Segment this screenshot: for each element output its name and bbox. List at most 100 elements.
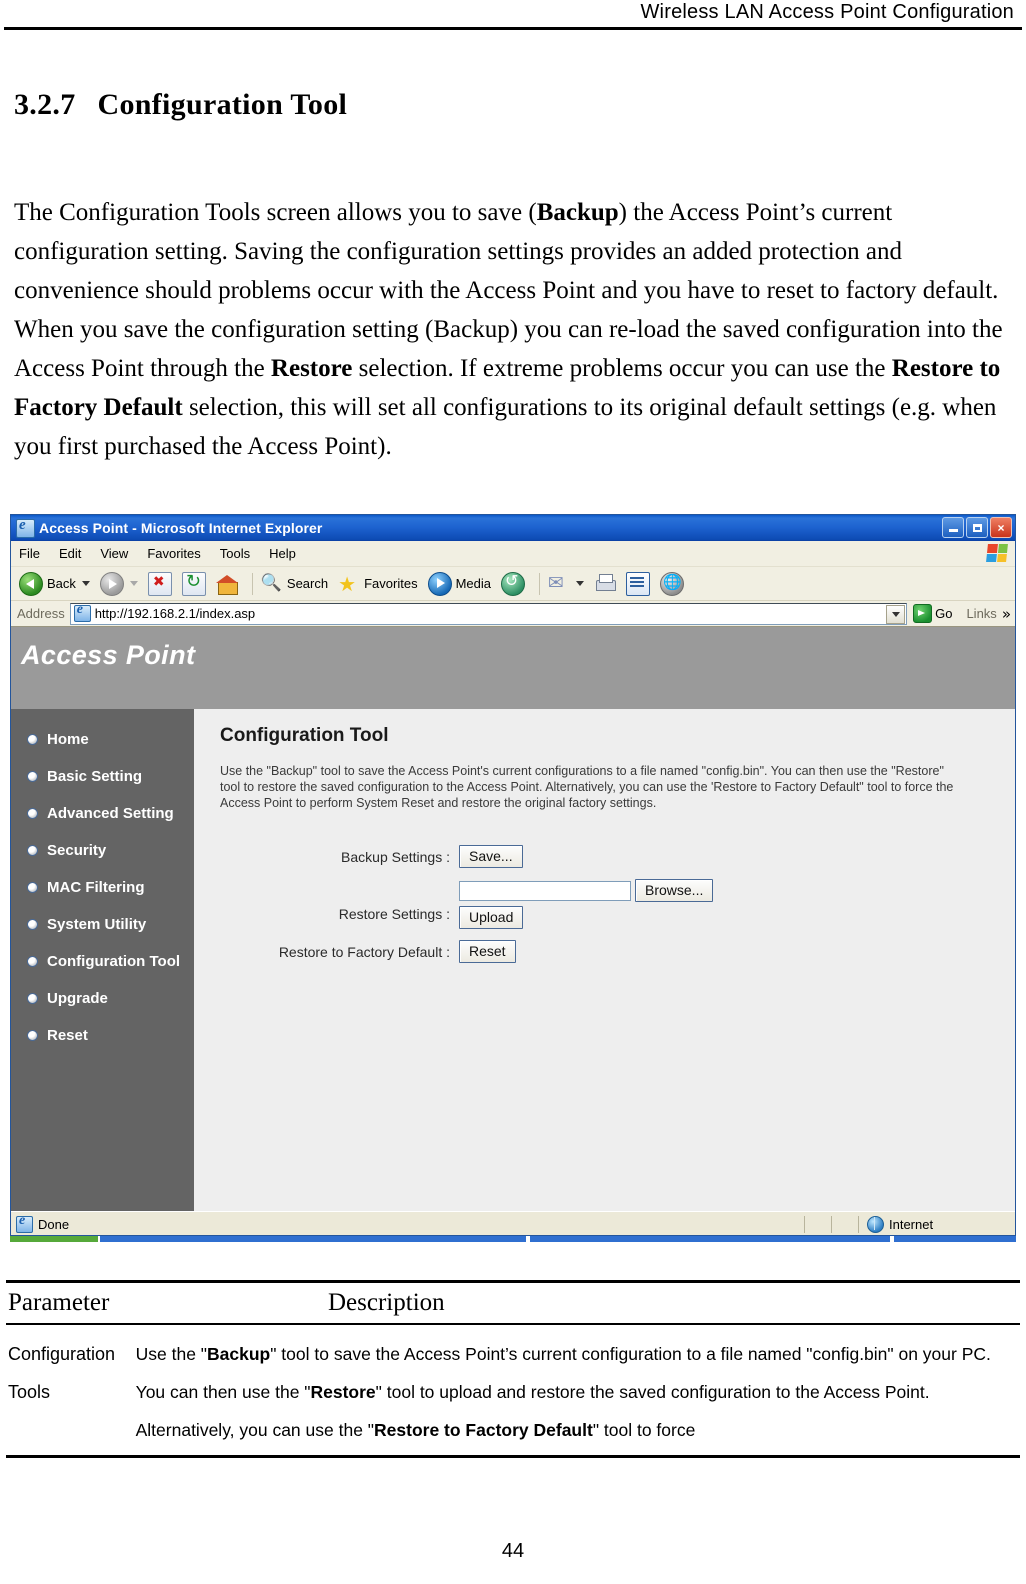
edit-button[interactable] [624, 570, 652, 598]
running-header-text: Wireless LAN Access Point Configuration [640, 1, 1014, 23]
upload-button[interactable]: Upload [459, 906, 524, 929]
status-text: Done [38, 1217, 70, 1232]
sidebar-item-label: System Utility [47, 916, 147, 933]
menu-tools[interactable]: Tools [220, 546, 250, 561]
mail-button[interactable] [546, 570, 586, 598]
bullet-icon [27, 956, 38, 967]
intro-bold-restore: Restore [270, 355, 353, 382]
sidebar-item-home[interactable]: Home [11, 721, 194, 758]
address-input[interactable]: http://192.168.2.1/index.asp [69, 602, 908, 625]
sidebar-item-label: MAC Filtering [47, 879, 145, 896]
security-zone-label: Internet [889, 1217, 934, 1232]
bullet-icon [27, 993, 38, 1004]
status-cell-1 [804, 1216, 831, 1233]
sidebar-item-label: Home [47, 731, 89, 748]
sidebar-item-mac-filtering[interactable]: MAC Filtering [11, 869, 194, 906]
favorites-button[interactable]: Favorites [336, 570, 419, 598]
address-dropdown-button[interactable] [886, 604, 906, 624]
history-icon [501, 571, 525, 596]
minimize-icon [948, 529, 958, 532]
menu-view[interactable]: View [100, 546, 128, 561]
back-chevron-down-icon[interactable] [81, 581, 90, 586]
stop-icon [147, 571, 172, 596]
sidebar-item-reset[interactable]: Reset [11, 1017, 194, 1054]
address-url-text: http://192.168.2.1/index.asp [94, 606, 256, 621]
page-number: 44 [501, 1540, 525, 1562]
restore-settings-row: Restore Settings : Browse... Upload [220, 879, 920, 929]
window-bottom-stripes [10, 1236, 1016, 1242]
star-icon [338, 572, 360, 596]
page-body: Home Basic Setting Advanced Setting Secu… [11, 709, 1015, 1211]
forward-button[interactable] [98, 570, 140, 598]
sidebar-item-label: Upgrade [47, 990, 108, 1007]
table-row: Configuration Tools Use the "Backup" too… [6, 1325, 1020, 1455]
menu-favorites[interactable]: Favorites [147, 546, 200, 561]
restore-button[interactable] [966, 517, 988, 538]
status-zones: Internet [804, 1212, 1015, 1235]
refresh-button[interactable] [180, 570, 208, 598]
history-button[interactable] [499, 570, 527, 598]
sidebar-nav: Home Basic Setting Advanced Setting Secu… [11, 709, 194, 1211]
reset-button[interactable]: Reset [459, 940, 516, 963]
section-number: 3.2.7 [14, 88, 76, 121]
window-title: Access Point - Microsoft Internet Explor… [39, 520, 323, 536]
address-bar: Address http://192.168.2.1/index.asp Go … [11, 601, 1015, 627]
sidebar-item-configuration-tool[interactable]: Configuration Tool [11, 943, 194, 980]
section-title-text: Configuration Tool [97, 88, 348, 121]
backup-settings-label: Backup Settings : [341, 849, 450, 865]
sidebar-item-label: Advanced Setting [47, 805, 174, 822]
edit-icon [626, 571, 650, 596]
main-content: Configuration Tool Use the "Backup" tool… [194, 709, 1015, 1211]
browser-menubar: File Edit View Favorites Tools Help [11, 541, 1015, 567]
menu-edit[interactable]: Edit [59, 546, 81, 561]
sidebar-item-basic-setting[interactable]: Basic Setting [11, 758, 194, 795]
home-button[interactable] [214, 570, 240, 598]
back-button[interactable]: Back [17, 570, 92, 598]
forward-arrow-icon [99, 571, 124, 596]
minimize-button[interactable] [942, 517, 964, 538]
menu-help[interactable]: Help [269, 546, 296, 561]
go-label: Go [935, 606, 953, 621]
printer-icon [594, 573, 616, 595]
bullet-icon [27, 771, 38, 782]
restore-icon [972, 523, 982, 532]
restore-file-input[interactable] [459, 880, 631, 901]
links-button[interactable]: Links » [966, 605, 1011, 623]
browser-toolbar: Back Search Favorites Media [11, 567, 1015, 601]
discuss-icon [660, 571, 684, 596]
mail-chevron-down-icon[interactable] [576, 581, 584, 586]
page-title: 3.2.7 Configuration Tool [14, 88, 347, 122]
close-button[interactable]: × [990, 517, 1012, 538]
browse-button[interactable]: Browse... [635, 879, 714, 902]
forward-chevron-down-icon[interactable] [129, 581, 138, 586]
windows-flag-icon [986, 544, 1008, 562]
status-cell-2 [831, 1216, 858, 1233]
sidebar-item-advanced-setting[interactable]: Advanced Setting [11, 795, 194, 832]
restore-settings-label: Restore Settings : [338, 906, 450, 922]
search-button[interactable]: Search [259, 570, 330, 598]
save-button[interactable]: Save... [459, 845, 523, 868]
media-button[interactable]: Media [426, 570, 493, 598]
sidebar-item-system-utility[interactable]: System Utility [11, 906, 194, 943]
column-header-parameter: Parameter [8, 1289, 110, 1316]
go-button[interactable]: Go [913, 604, 952, 623]
back-label: Back [47, 576, 76, 591]
bullet-icon [27, 1030, 38, 1041]
page-viewport: Access Point Home Basic Setting Advanced… [11, 627, 1015, 1211]
desc-bold-factory-default: Restore to Factory Default [374, 1420, 593, 1440]
bullet-icon [27, 845, 38, 856]
chevron-double-right-icon[interactable]: » [1002, 605, 1011, 623]
sidebar-item-label: Configuration Tool [47, 953, 181, 970]
content-heading: Configuration Tool [220, 725, 389, 746]
stripe-green [10, 1236, 98, 1242]
print-button[interactable] [592, 570, 618, 598]
stripe-blue-1 [100, 1236, 526, 1242]
sidebar-item-upgrade[interactable]: Upgrade [11, 980, 194, 1017]
app-banner: Access Point [11, 627, 1015, 709]
menu-file[interactable]: File [19, 546, 40, 561]
discuss-button[interactable] [658, 570, 686, 598]
stop-button[interactable] [146, 570, 174, 598]
file-chooser-line: Browse... [459, 879, 714, 902]
sidebar-item-security[interactable]: Security [11, 832, 194, 869]
factory-default-row: Restore to Factory Default : Reset [220, 940, 920, 963]
